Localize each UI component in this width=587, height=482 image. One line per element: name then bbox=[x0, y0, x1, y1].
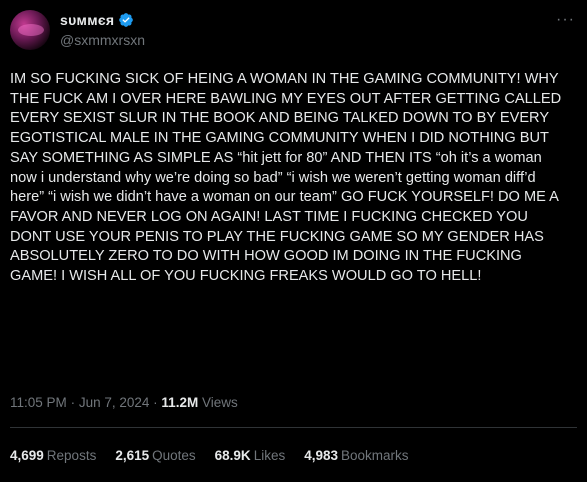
tweet-header: sυммєя @sxmmxrsxn ··· bbox=[10, 10, 577, 56]
tweet-date[interactable]: Jun 7, 2024 bbox=[79, 395, 150, 410]
bookmarks-label: Bookmarks bbox=[341, 448, 409, 463]
quotes-label: Quotes bbox=[152, 448, 196, 463]
reposts-stat[interactable]: 4,699 Reposts bbox=[10, 448, 96, 463]
verified-badge-icon[interactable] bbox=[118, 12, 134, 28]
tweet-card: sυммєя @sxmmxrsxn ··· IM SO FUCKING SICK… bbox=[0, 0, 587, 482]
engagement-stats: 4,699 Reposts 2,615 Quotes 68.9K Likes 4,98… bbox=[10, 448, 409, 463]
views-label: Views bbox=[201, 395, 238, 410]
meta-separator: · bbox=[70, 395, 76, 410]
divider bbox=[10, 427, 577, 428]
meta-separator: · bbox=[153, 395, 158, 410]
likes-label: Likes bbox=[253, 448, 286, 463]
more-options-icon[interactable]: ··· bbox=[556, 12, 575, 28]
reposts-label: Reposts bbox=[46, 448, 97, 463]
reposts-count: 4,699 bbox=[10, 448, 44, 463]
quotes-stat[interactable]: 2,615 Quotes bbox=[115, 448, 195, 463]
author-name-row: sυммєя bbox=[60, 12, 134, 28]
tweet-time[interactable]: 11:05 PM bbox=[10, 395, 67, 410]
quotes-count: 2,615 bbox=[115, 448, 150, 463]
likes-stat[interactable]: 68.9K Likes bbox=[215, 448, 286, 463]
tweet-text: IM SO FUCKING SICK OF HEING A WOMAN IN T… bbox=[10, 71, 562, 285]
bookmarks-count: 4,983 bbox=[304, 448, 338, 463]
likes-count: 68.9K bbox=[214, 448, 251, 463]
bookmarks-stat[interactable]: 4,983 Bookmarks bbox=[304, 448, 408, 463]
avatar[interactable] bbox=[10, 10, 50, 50]
views-count: 11.2M bbox=[161, 395, 199, 410]
author-handle[interactable]: @sxmmxrsxn bbox=[60, 32, 145, 48]
author-display-name[interactable]: sυммєя bbox=[60, 12, 114, 28]
tweet-meta: 11:05 PM · Jun 7, 2024 · 11.2M Views bbox=[10, 395, 238, 410]
